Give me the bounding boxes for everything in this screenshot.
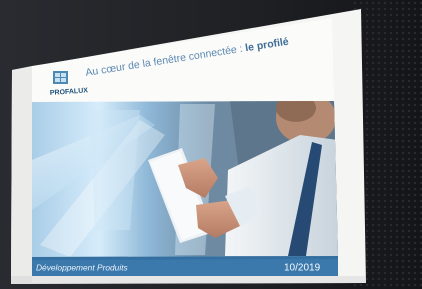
projection-photo: PROFALUX Au cœur de la fenêtre connectée… [0, 0, 422, 289]
brand-logo [53, 71, 68, 84]
screen-left-edge [11, 66, 32, 284]
footer-department: Développement Produits [36, 263, 129, 273]
projector-screen: PROFALUX Au cœur de la fenêtre connectée… [11, 9, 366, 284]
slide-photo [32, 101, 338, 257]
footer-date: 10/2019 [284, 263, 321, 274]
